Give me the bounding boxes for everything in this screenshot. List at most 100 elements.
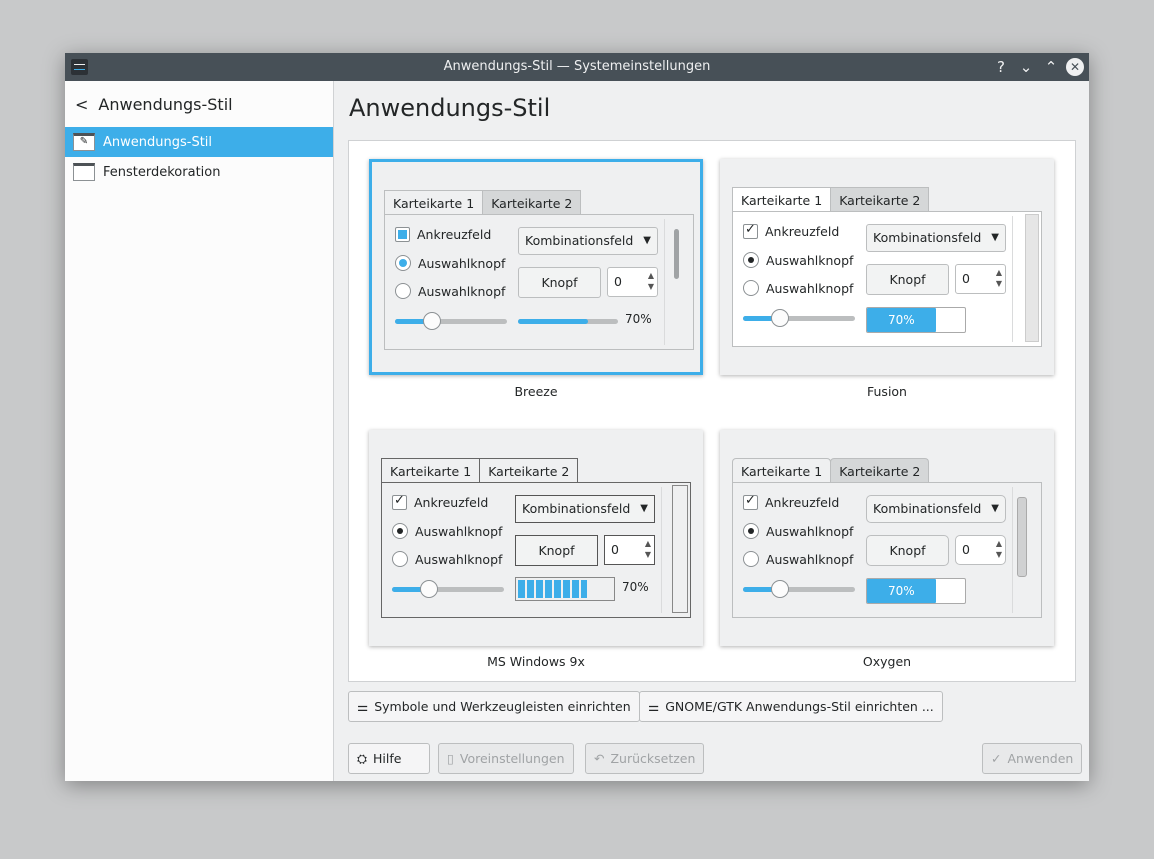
preview-radio: Auswahlknopf (392, 551, 502, 567)
preview-spinbox: 0 ▲ ▼ (955, 535, 1006, 565)
preview-tab-widget: Karteikarte 1Karteikarte 2 Ankreuzfeld A… (732, 187, 1042, 347)
chevron-down-icon: ▼ (643, 235, 651, 246)
combo-label: Kombinationsfeld (873, 501, 982, 516)
spin-value: 0 (962, 542, 970, 557)
checkbox-label: Ankreuzfeld (765, 495, 840, 510)
preview-combo: Kombinationsfeld ▼ (866, 224, 1006, 252)
radio-label: Auswahlknopf (418, 255, 506, 271)
help-icon[interactable]: ? (991, 57, 1011, 77)
preview-spinbox: 0 ▲ ▼ (604, 535, 655, 565)
preview-combo: Kombinationsfeld ▼ (866, 495, 1006, 523)
spin-arrows-icon: ▲ ▼ (644, 539, 651, 559)
preview-scrollbar (674, 229, 679, 279)
progress-fill: 70% (867, 308, 936, 332)
sidebar-item-application-style[interactable]: ✎ Anwendungs-Stil (65, 127, 333, 157)
chevron-down-icon: ▼ (640, 503, 648, 514)
radio-icon (392, 523, 408, 539)
radio-icon (392, 551, 408, 567)
preview-radio: Auswahlknopf (743, 551, 853, 567)
preview-tab-widget: Karteikarte 1Karteikarte 2 Ankreuzfeld A… (381, 458, 691, 618)
preview-button: Knopf (518, 267, 601, 298)
radio-label: Auswahlknopf (766, 523, 854, 539)
radio-label: Auswahlknopf (766, 252, 854, 268)
preview-slider (743, 580, 855, 598)
style-preview-w9x[interactable]: Karteikarte 1Karteikarte 2 Ankreuzfeld A… (369, 430, 703, 646)
preview-scrollbar (1025, 214, 1039, 342)
preview-progress (518, 319, 618, 324)
progress-fill: 70% (867, 579, 936, 603)
checkbox-icon (395, 227, 410, 242)
combo-label: Kombinationsfeld (522, 501, 631, 516)
preview-button: Knopf (866, 264, 949, 295)
window-icon (73, 163, 95, 181)
preview-checkbox: Ankreuzfeld (395, 227, 491, 242)
radio-label: Auswahlknopf (415, 523, 503, 539)
preview-radio: Auswahlknopf (743, 280, 853, 296)
style-name: MS Windows 9x (487, 654, 585, 669)
sidebar-item-label: Anwendungs-Stil (103, 134, 213, 150)
reset-button[interactable]: ↶ Zurücksetzen (585, 743, 705, 774)
button-label: Voreinstellungen (459, 751, 565, 766)
style-preview-breeze[interactable]: Karteikarte 1 Karteikarte 2 Ankreuzfeld A… (369, 159, 703, 375)
minimize-icon[interactable]: ⌄ (1016, 57, 1036, 77)
preview-progress (515, 577, 615, 601)
style-name: Fusion (867, 384, 907, 399)
preview-tab-1: Karteikarte 1 (732, 458, 832, 483)
radio-icon (395, 255, 411, 271)
progress-label: 70% (622, 580, 649, 594)
preview-tab-widget: Karteikarte 1Karteikarte 2 Ankreuzfeld A… (384, 190, 694, 350)
checkbox-icon (392, 493, 407, 510)
preview-radio: Auswahlknopf (392, 523, 502, 539)
spin-arrows-icon: ▲ ▼ (995, 268, 1002, 288)
progress-fill (518, 580, 587, 598)
sliders-icon: ⚌ (648, 699, 660, 714)
sidebar-title: Anwendungs-Stil (98, 94, 233, 114)
checkbox-label: Ankreuzfeld (414, 495, 489, 510)
sidebar-item-window-decoration[interactable]: Fensterdekoration (65, 157, 333, 187)
preview-slider (392, 580, 504, 598)
preview-checkbox: Ankreuzfeld (743, 493, 840, 510)
close-icon[interactable]: ✕ (1066, 58, 1084, 76)
spin-arrows-icon: ▲ ▼ (647, 271, 654, 291)
preview-checkbox: Ankreuzfeld (392, 493, 489, 510)
button-label: Zurücksetzen (610, 751, 696, 766)
configure-icons-toolbars-button[interactable]: ⚌ Symbole und Werkzeugleisten einrichten (348, 691, 640, 722)
preview-radio: Auswahlknopf (395, 283, 505, 299)
style-preview-fusion[interactable]: Karteikarte 1Karteikarte 2 Ankreuzfeld A… (720, 159, 1054, 375)
preview-spinbox: 0 ▲ ▼ (607, 267, 658, 297)
preview-spinbox: 0 ▲ ▼ (955, 264, 1006, 294)
preview-radio: Auswahlknopf (743, 523, 853, 539)
maximize-icon[interactable]: ⌃ (1041, 57, 1061, 77)
button-label: Symbole und Werkzeugleisten einrichten (374, 699, 631, 714)
chevron-down-icon: ▼ (991, 232, 999, 243)
preview-progress: 70% (866, 307, 966, 333)
configure-gtk-style-button[interactable]: ⚌ GNOME/GTK Anwendungs-Stil einrichten ..… (639, 691, 943, 722)
style-preview-oxy[interactable]: Karteikarte 1Karteikarte 2 Ankreuzfeld A… (720, 430, 1054, 646)
help-button[interactable]: ⛭ Hilfe (348, 743, 430, 774)
apply-button[interactable]: ✓ Anwenden (982, 743, 1083, 774)
sliders-icon: ⚌ (357, 699, 369, 714)
spin-arrows-icon: ▲ ▼ (995, 539, 1002, 559)
back-button[interactable]: < Anwendungs-Stil (65, 81, 333, 127)
window-title: Anwendungs-Stil — Systemeinstellungen (443, 59, 711, 74)
sidebar: < Anwendungs-Stil ✎ Anwendungs-Stil Fenste… (65, 81, 334, 781)
page-title: Anwendungs-Stil (349, 94, 551, 122)
button-label: Anwenden (1007, 751, 1074, 766)
preview-scrollbar (1017, 497, 1027, 577)
radio-label: Auswahlknopf (766, 280, 854, 296)
button-label: GNOME/GTK Anwendungs-Stil einrichten ... (665, 699, 934, 714)
preview-slider (743, 309, 855, 327)
preview-tab-2: Karteikarte 2 (830, 458, 930, 483)
defaults-button[interactable]: ▯ Voreinstellungen (438, 743, 574, 774)
preview-tab-2: Karteikarte 2 (830, 187, 930, 212)
radio-label: Auswahlknopf (415, 551, 503, 567)
spin-value: 0 (611, 542, 619, 557)
preview-radio: Auswahlknopf (743, 252, 853, 268)
preview-tab-widget: Karteikarte 1Karteikarte 2 Ankreuzfeld A… (732, 458, 1042, 618)
radio-label: Auswahlknopf (418, 283, 506, 299)
spin-value: 0 (614, 274, 622, 289)
style-name: Oxygen (862, 654, 912, 669)
radio-icon (743, 551, 759, 567)
button-label: Hilfe (373, 751, 402, 766)
preview-button: Knopf (515, 535, 598, 566)
